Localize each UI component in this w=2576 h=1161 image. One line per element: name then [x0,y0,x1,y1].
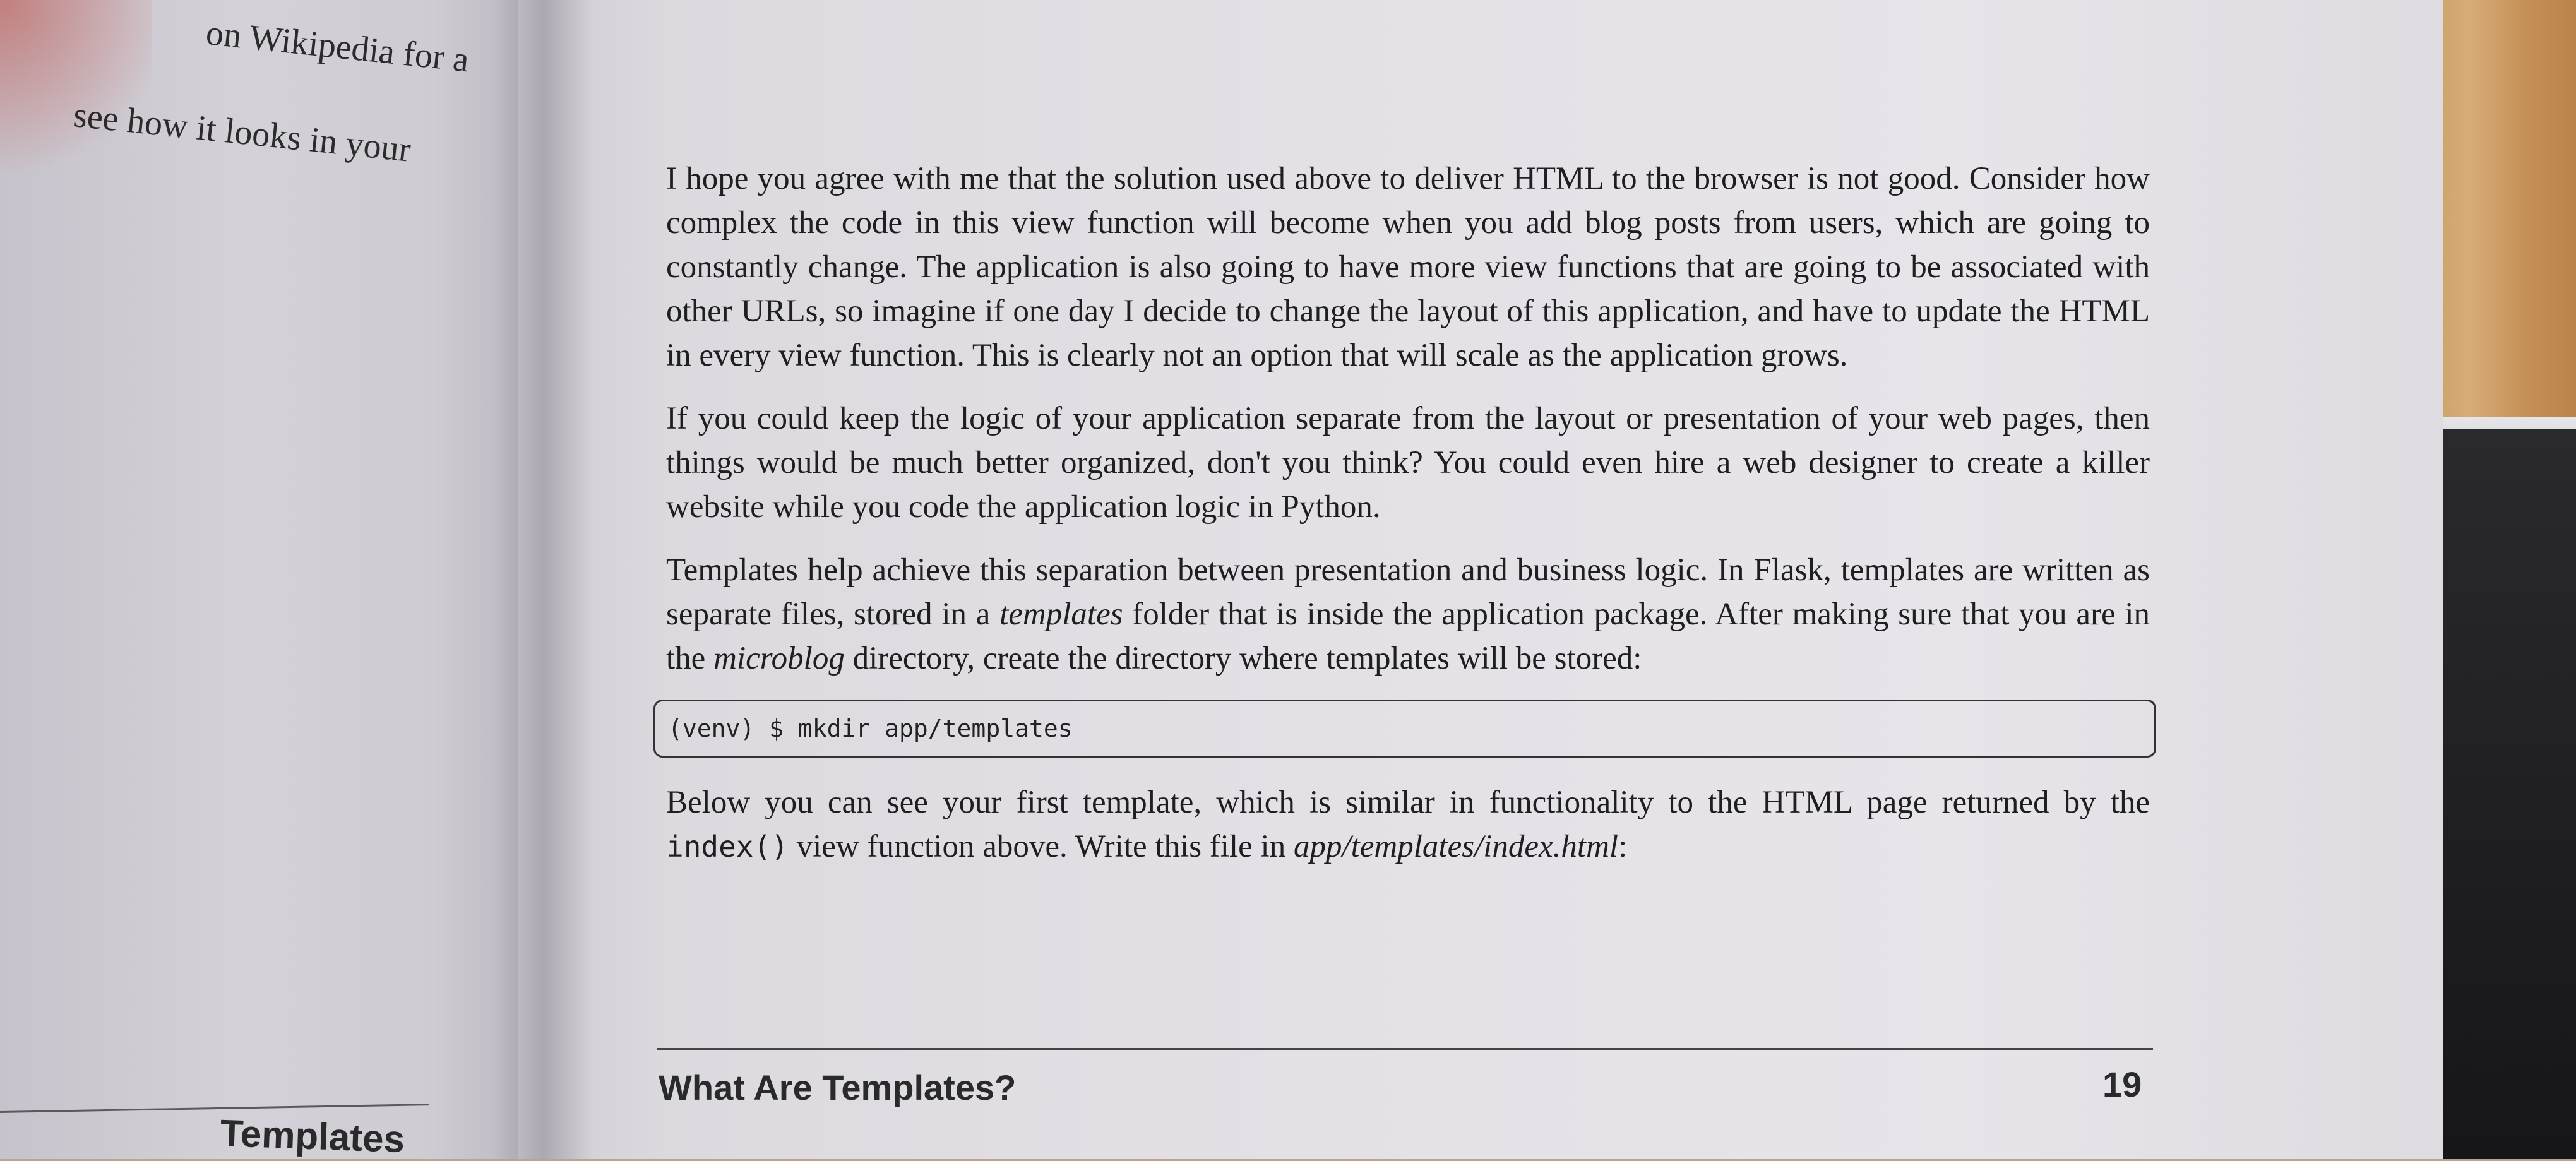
page-footer-rule [657,1048,2153,1050]
dark-object-background [2437,429,2576,1159]
paragraph: Below you can see your first template, w… [666,780,2150,869]
left-page-footer-rule [0,1104,429,1113]
page-body-text: I hope you agree with me that the soluti… [653,157,2156,888]
paragraph: Templates help achieve this separation b… [666,548,2150,681]
paragraph-text: view function above. Write this file in [788,829,1294,864]
left-page-footer-title: Templates [219,1111,406,1161]
paragraph: I hope you agree with me that the soluti… [666,161,2150,373]
book-gutter-shadow [492,0,593,1159]
paragraph: If you could keep the logic of your appl… [666,401,2150,525]
page-footer-title: What Are Templates? [659,1068,1017,1107]
left-book-page: on Wikipedia for a see how it looks in y… [0,0,543,1161]
emphasized-text: microblog [713,641,845,676]
paragraph-text: : [1618,829,1628,864]
inline-code: index() [666,830,789,864]
page-number: 19 [2102,1064,2142,1104]
left-page-text-line: on Wikipedia for a [204,13,471,80]
paragraph-text: directory, create the directory where te… [844,641,1642,676]
paragraph-text: Below you can see your first template, w… [666,785,2150,820]
emphasized-text: templates [999,597,1123,632]
emphasized-text: app/templates/index.html [1293,829,1619,864]
code-block: (venv) $ mkdir app/templates [653,700,2156,758]
